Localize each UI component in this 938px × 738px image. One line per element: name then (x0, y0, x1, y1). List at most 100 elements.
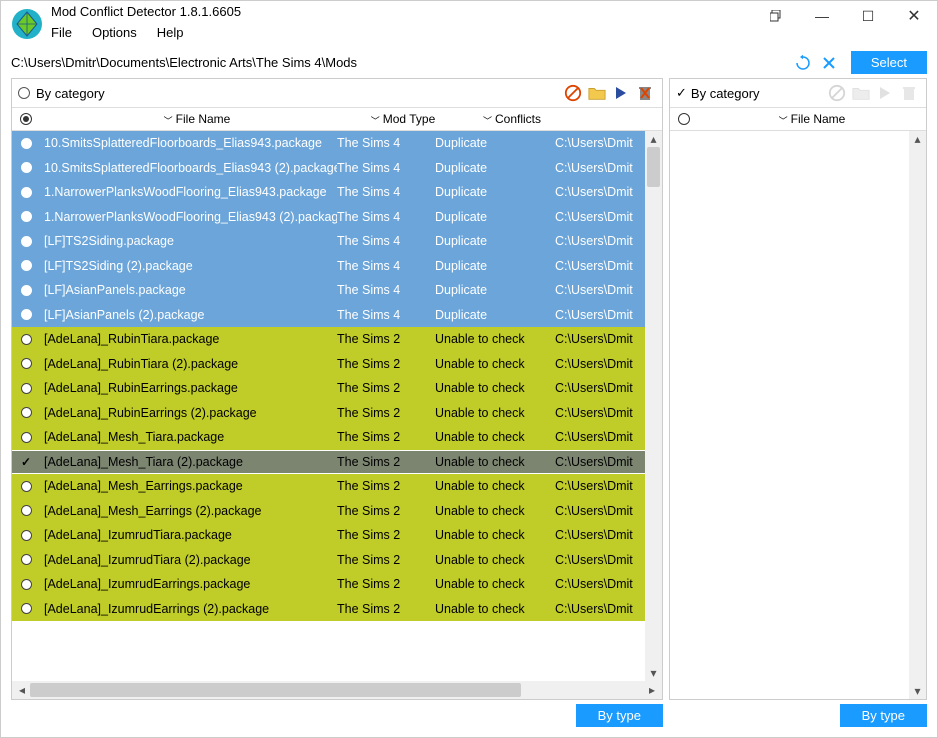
row-radio[interactable] (12, 211, 40, 222)
row-radio[interactable] (12, 138, 40, 149)
cell-path: C:\Users\Dmit (555, 602, 645, 616)
no-entry-icon[interactable] (562, 82, 584, 104)
menu-options[interactable]: Options (92, 25, 137, 40)
row-radio[interactable] (12, 187, 40, 198)
table-row[interactable]: [LF]TS2Siding.packageThe Sims 4Duplicate… (12, 229, 645, 254)
cell-conflicts: Unable to check (435, 577, 555, 591)
table-row[interactable]: [AdeLana]_IzumrudEarrings.packageThe Sim… (12, 572, 645, 597)
col-modtype[interactable]: ﹀Mod Type (354, 112, 452, 126)
col-filename[interactable]: ﹀File Name (40, 112, 354, 126)
row-radio[interactable] (12, 334, 40, 345)
cell-path: C:\Users\Dmit (555, 234, 645, 248)
row-radio[interactable] (12, 603, 40, 614)
vertical-scrollbar[interactable]: ▴ ▾ (645, 131, 662, 681)
menu-file[interactable]: File (51, 25, 72, 40)
cell-filename: [AdeLana]_IzumrudEarrings (2).package (40, 602, 337, 616)
row-radio[interactable] (12, 162, 40, 173)
vertical-scrollbar-right[interactable]: ▴ ▾ (909, 131, 926, 699)
row-radio[interactable] (12, 481, 40, 492)
table-row[interactable]: ✓[AdeLana]_Mesh_Tiara (2).packageThe Sim… (12, 450, 645, 475)
table-row[interactable]: 1.NarrowerPlanksWoodFlooring_Elias943.pa… (12, 180, 645, 205)
row-radio[interactable] (12, 530, 40, 541)
scroll-thumb-h[interactable] (30, 683, 521, 697)
table-row[interactable]: [LF]AsianPanels.packageThe Sims 4Duplica… (12, 278, 645, 303)
cell-path: C:\Users\Dmit (555, 210, 645, 224)
table-row[interactable]: [AdeLana]_Mesh_Tiara.packageThe Sims 2Un… (12, 425, 645, 450)
horizontal-scrollbar[interactable]: ◂ ▸ (12, 681, 662, 699)
row-radio[interactable] (12, 309, 40, 320)
cell-conflicts: Unable to check (435, 430, 555, 444)
table-row[interactable]: [AdeLana]_IzumrudTiara (2).packageThe Si… (12, 548, 645, 573)
restore-down-button[interactable] (753, 1, 799, 31)
menu-help[interactable]: Help (157, 25, 184, 40)
row-radio[interactable] (12, 236, 40, 247)
left-toolbar (562, 82, 656, 104)
row-radio[interactable] (12, 407, 40, 418)
cell-conflicts: Duplicate (435, 259, 555, 273)
scroll-left-icon[interactable]: ◂ (14, 682, 30, 698)
folder-icon[interactable] (586, 82, 608, 104)
row-radio[interactable] (12, 358, 40, 369)
play-icon[interactable] (610, 82, 632, 104)
row-radio[interactable] (12, 505, 40, 516)
row-radio[interactable] (12, 285, 40, 296)
table-row[interactable]: 10.SmitsSplatteredFloorboards_Elias943 (… (12, 156, 645, 181)
right-filter-check-icon[interactable]: ✓ (676, 85, 687, 101)
scroll-up-icon[interactable]: ▴ (909, 131, 926, 147)
table-row[interactable]: [AdeLana]_RubinEarrings.packageThe Sims … (12, 376, 645, 401)
cell-modtype: The Sims 2 (337, 430, 435, 444)
table-row[interactable]: [AdeLana]_IzumrudEarrings (2).packageThe… (12, 597, 645, 622)
table-row[interactable]: [LF]AsianPanels (2).packageThe Sims 4Dup… (12, 303, 645, 328)
by-type-button-left[interactable]: By type (576, 704, 663, 727)
cell-filename: 1.NarrowerPlanksWoodFlooring_Elias943 (2… (40, 210, 337, 224)
cell-conflicts: Duplicate (435, 234, 555, 248)
table-row[interactable]: [AdeLana]_Mesh_Earrings.packageThe Sims … (12, 474, 645, 499)
left-filter-label: By category (36, 86, 562, 101)
scroll-up-icon[interactable]: ▴ (645, 131, 662, 147)
row-radio[interactable] (12, 260, 40, 271)
table-row[interactable]: [AdeLana]_Mesh_Earrings (2).packageThe S… (12, 499, 645, 524)
cell-modtype: The Sims 2 (337, 479, 435, 493)
menu-bar: File Options Help (51, 19, 241, 44)
row-radio[interactable] (12, 432, 40, 443)
scroll-down-icon[interactable]: ▾ (645, 665, 662, 681)
table-row[interactable]: [AdeLana]_RubinTiara.packageThe Sims 2Un… (12, 327, 645, 352)
table-row[interactable]: [AdeLana]_RubinTiara (2).packageThe Sims… (12, 352, 645, 377)
footer: By type By type (1, 700, 937, 737)
table-row[interactable]: [AdeLana]_IzumrudTiara.packageThe Sims 2… (12, 523, 645, 548)
scroll-thumb[interactable] (647, 147, 660, 187)
refresh-icon[interactable] (793, 53, 813, 73)
cell-modtype: The Sims 4 (337, 259, 435, 273)
play-icon (874, 82, 896, 104)
table-row[interactable]: [AdeLana]_RubinEarrings (2).packageThe S… (12, 401, 645, 426)
cell-modtype: The Sims 4 (337, 283, 435, 297)
cell-modtype: The Sims 4 (337, 234, 435, 248)
select-button[interactable]: Select (851, 51, 927, 74)
close-button[interactable]: ✕ (891, 1, 937, 31)
cell-conflicts: Duplicate (435, 161, 555, 175)
cell-filename: 10.SmitsSplatteredFloorboards_Elias943 (… (40, 161, 337, 175)
scroll-right-icon[interactable]: ▸ (644, 682, 660, 698)
cell-modtype: The Sims 2 (337, 577, 435, 591)
table-row[interactable]: 1.NarrowerPlanksWoodFlooring_Elias943 (2… (12, 205, 645, 230)
col-conflicts[interactable]: ﹀Conflicts (452, 112, 572, 126)
header-radio[interactable] (670, 113, 698, 125)
row-radio[interactable] (12, 383, 40, 394)
right-panel-header: ✓ By category (670, 79, 926, 107)
header-radio-selected[interactable] (12, 113, 40, 125)
delete-icon[interactable] (634, 82, 656, 104)
row-radio[interactable] (12, 554, 40, 565)
by-type-button-right[interactable]: By type (840, 704, 927, 727)
minimize-button[interactable]: — (799, 1, 845, 31)
table-row[interactable]: [LF]TS2Siding (2).packageThe Sims 4Dupli… (12, 254, 645, 279)
table-row[interactable]: 10.SmitsSplatteredFloorboards_Elias943.p… (12, 131, 645, 156)
scroll-down-icon[interactable]: ▾ (909, 683, 926, 699)
left-filter-radio[interactable] (18, 87, 30, 99)
left-panel-header: By category (12, 79, 662, 107)
maximize-button[interactable]: ☐ (845, 1, 891, 31)
col-filename-right[interactable]: ﹀File Name (698, 112, 926, 126)
cancel-icon[interactable] (819, 53, 839, 73)
row-radio[interactable]: ✓ (12, 455, 40, 469)
row-radio[interactable] (12, 579, 40, 590)
cell-path: C:\Users\Dmit (555, 528, 645, 542)
